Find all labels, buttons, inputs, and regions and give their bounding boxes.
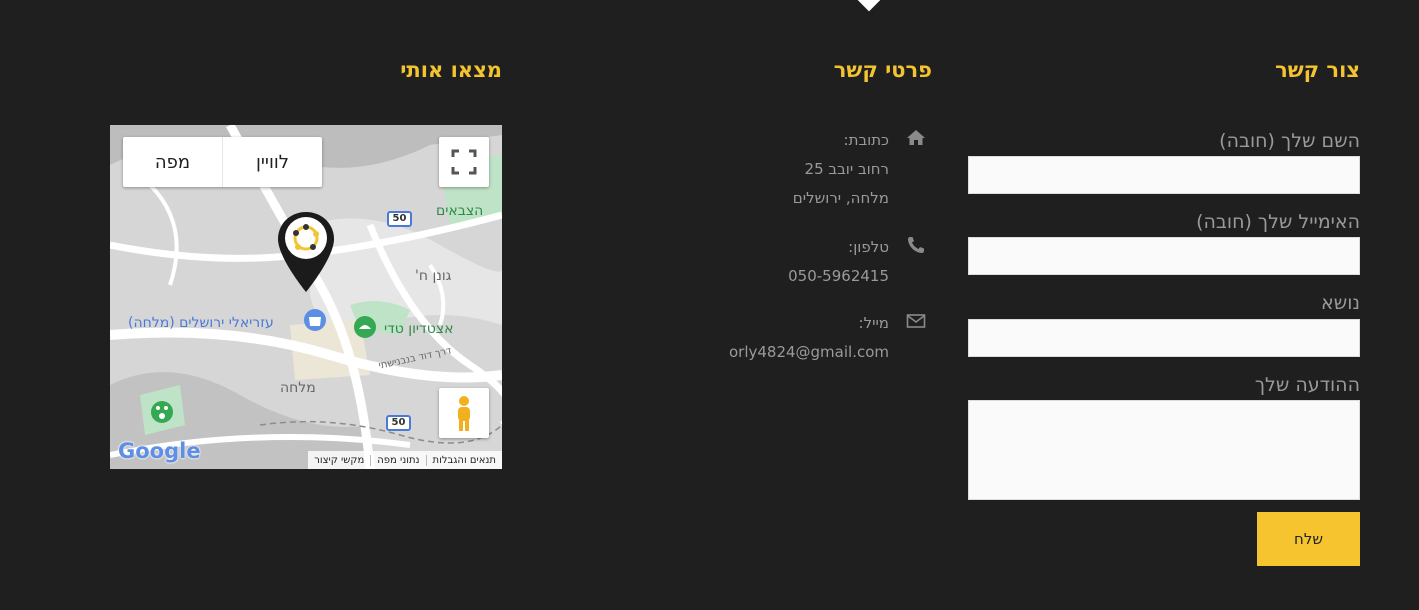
map[interactable]: עזריאלי ירושלים (מלחה) אצטדיון טדי מלחה …	[110, 125, 502, 469]
map-shortcuts-link[interactable]: מקשי קיצור	[308, 454, 372, 466]
map-terms-link[interactable]: תנאים והגבלות	[427, 455, 502, 466]
email-label: מייל:	[858, 314, 889, 332]
map-label-mall: עזריאלי ירושלים (מלחה)	[128, 315, 274, 331]
map-label-malha: מלחה	[280, 380, 316, 396]
home-icon	[907, 130, 925, 145]
map-type-satellite[interactable]: לוויין	[222, 137, 322, 187]
map-label-ganon: גונן ח'	[415, 268, 452, 284]
email-input[interactable]	[968, 237, 1360, 275]
envelope-icon	[906, 314, 926, 328]
email-value[interactable]: orly4824@gmail.com	[729, 338, 889, 367]
route-badge: 50	[386, 415, 411, 431]
contact-form-heading: צור קשר	[1275, 58, 1360, 82]
find-us-heading: מצאו אותי	[400, 58, 502, 82]
message-label: ההודעה שלך	[1254, 374, 1360, 396]
google-logo: Google	[118, 439, 201, 463]
location-pin-icon[interactable]	[276, 210, 336, 294]
submit-button[interactable]: שלח	[1257, 512, 1360, 566]
name-input[interactable]	[968, 156, 1360, 194]
email-label: האימייל שלך (חובה)	[1196, 211, 1360, 233]
phone-value[interactable]: 050-5962415	[788, 262, 889, 291]
map-label-stadium: אצטדיון טדי	[384, 321, 454, 337]
subject-label: נושא	[1321, 292, 1360, 314]
name-label: השם שלך (חובה)	[1219, 130, 1360, 152]
map-type-toggle: מפה לוויין	[123, 137, 322, 187]
section-pointer	[857, 0, 881, 12]
address-line-2: מלחה, ירושלים	[792, 189, 889, 207]
map-data-link[interactable]: נתוני מפה	[371, 454, 427, 466]
phone-label: טלפון:	[848, 238, 889, 256]
message-textarea[interactable]	[968, 400, 1360, 500]
address-line-1: רחוב יובב 25	[804, 160, 889, 178]
map-type-map[interactable]: מפה	[123, 137, 222, 187]
subject-input[interactable]	[968, 319, 1360, 357]
fullscreen-icon	[451, 149, 477, 175]
contact-details-heading: פרטי קשר	[833, 58, 932, 82]
fullscreen-button[interactable]	[439, 137, 489, 187]
phone-icon	[908, 237, 924, 253]
street-view-button[interactable]	[439, 388, 489, 438]
map-label-tzvaim: הצבאים	[436, 203, 484, 219]
address-label: כתובת:	[843, 131, 889, 149]
route-badge: 50	[387, 211, 412, 227]
pegman-icon	[458, 396, 470, 431]
map-footer: תנאים והגבלות נתוני מפה מקשי קיצור	[308, 451, 502, 469]
